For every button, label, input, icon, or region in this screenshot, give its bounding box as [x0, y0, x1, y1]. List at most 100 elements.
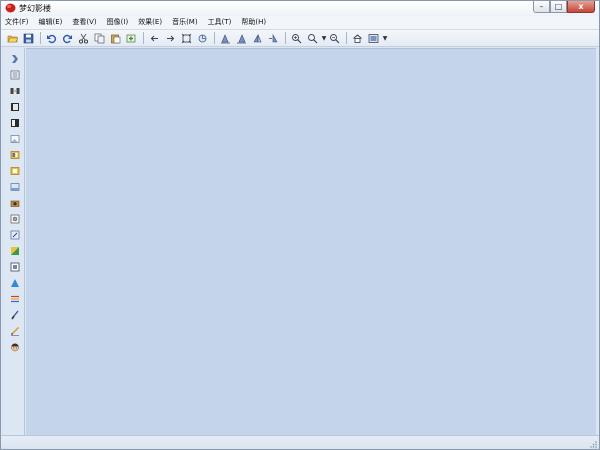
side-tool-transition[interactable]: [9, 85, 21, 97]
camera-icon: [10, 200, 20, 207]
toolbar-separator: [214, 32, 215, 44]
brush-icon: [11, 310, 19, 320]
title-bar[interactable]: 梦幻影楼 – □ x: [1, 1, 599, 16]
side-tool-brush[interactable]: [9, 309, 21, 321]
align-right-icon: [253, 33, 262, 42]
add-image-icon: [126, 34, 136, 42]
zoom-button[interactable]: [305, 31, 320, 45]
display-mode-button[interactable]: [366, 31, 381, 45]
open-button[interactable]: [5, 31, 20, 45]
triangle-shape-icon: [11, 279, 19, 287]
window-title: 梦幻影楼: [19, 4, 51, 13]
align-right-button[interactable]: [250, 31, 265, 45]
gradient-icon: [11, 247, 19, 255]
toolbar-separator: [346, 32, 347, 44]
zoom-in-icon: [292, 33, 302, 43]
zoom-out-button[interactable]: [327, 31, 342, 45]
redo-button[interactable]: [60, 31, 75, 45]
align-center-button[interactable]: [234, 31, 249, 45]
close-button[interactable]: x: [567, 1, 595, 13]
status-bar: [1, 435, 599, 449]
display-dropdown-arrow-icon[interactable]: ▼: [382, 35, 388, 42]
side-tool-scene[interactable]: [9, 181, 21, 193]
album-alt-icon: [10, 167, 20, 175]
photo-frame-icon: [10, 262, 20, 272]
side-tool-pencil[interactable]: [9, 325, 21, 337]
side-tool-frame-list[interactable]: [9, 69, 21, 81]
menu-help[interactable]: 帮助(H): [237, 16, 270, 29]
side-tool-album-alt[interactable]: [9, 165, 21, 177]
menu-image[interactable]: 图像(I): [103, 16, 133, 29]
sound-icon: [10, 214, 20, 224]
edit-frame-icon: [10, 230, 20, 240]
align-flip-button[interactable]: [266, 31, 281, 45]
fit-window-icon: [181, 33, 192, 43]
display-mode-icon: [368, 33, 379, 43]
side-tool-camera[interactable]: [9, 197, 21, 209]
minimize-button[interactable]: –: [533, 1, 550, 13]
home-icon: [353, 33, 362, 43]
pencil-icon: [11, 326, 20, 336]
home-button[interactable]: [350, 31, 365, 45]
menu-view[interactable]: 查看(V): [68, 16, 100, 29]
paste-icon: [111, 34, 121, 43]
add-image-button[interactable]: [124, 31, 139, 45]
workspace-canvas[interactable]: [26, 48, 596, 436]
side-tool-text-lines[interactable]: [9, 293, 21, 305]
save-icon: [23, 33, 34, 43]
navigator-icon: [12, 55, 18, 63]
album-icon: [10, 151, 20, 159]
tool-strip: [4, 48, 25, 435]
align-left-button[interactable]: [218, 31, 233, 45]
toolbar-separator: [285, 32, 286, 44]
paste-button[interactable]: [108, 31, 123, 45]
previous-button[interactable]: [147, 31, 162, 45]
cut-button[interactable]: [76, 31, 91, 45]
character-icon: [11, 343, 19, 352]
side-tool-photo-frame[interactable]: [9, 261, 21, 273]
side-tool-triangle-shape[interactable]: [9, 277, 21, 289]
align-left-icon: [221, 33, 230, 43]
scene-icon: [10, 183, 20, 191]
side-tool-character[interactable]: [9, 341, 21, 353]
toolbar-separator: [143, 32, 144, 44]
undo-button[interactable]: [44, 31, 59, 45]
zoom-in-button[interactable]: [289, 31, 304, 45]
text-lines-icon: [11, 295, 19, 303]
side-tool-film-strip[interactable]: [9, 117, 21, 129]
redo-icon: [62, 34, 72, 43]
side-tool-edit-frame[interactable]: [9, 229, 21, 241]
menu-file[interactable]: 文件(F): [1, 16, 33, 29]
menu-effects[interactable]: 效果(E): [134, 16, 166, 29]
film-strip-icon: [11, 119, 19, 127]
close-icon: x: [578, 1, 584, 11]
app-logo-icon: [5, 3, 16, 13]
window-controls: – □ x: [533, 1, 595, 14]
copy-icon: [94, 33, 105, 43]
rotate-icon: [198, 34, 207, 42]
open-folder-icon: [7, 35, 18, 42]
menu-edit[interactable]: 编辑(E): [35, 16, 67, 29]
maximize-icon: □: [554, 1, 563, 11]
menu-tools[interactable]: 工具(T): [204, 16, 236, 29]
resize-grip-icon[interactable]: [589, 440, 597, 448]
side-tool-film[interactable]: [9, 101, 21, 113]
save-button[interactable]: [21, 31, 36, 45]
side-tool-navigator[interactable]: [9, 53, 21, 65]
photo-icon: [10, 135, 20, 143]
side-tool-gradient[interactable]: [9, 245, 21, 257]
minimize-icon: –: [539, 1, 544, 11]
align-center-icon: [237, 33, 246, 43]
side-tool-album[interactable]: [9, 149, 21, 161]
maximize-button[interactable]: □: [550, 1, 567, 13]
fit-window-button[interactable]: [179, 31, 194, 45]
next-button[interactable]: [163, 31, 178, 45]
side-tool-sound[interactable]: [9, 213, 21, 225]
side-tool-photo[interactable]: [9, 133, 21, 145]
film-icon: [11, 103, 19, 111]
copy-button[interactable]: [92, 31, 107, 45]
menu-music[interactable]: 音乐(M): [168, 16, 202, 29]
undo-icon: [47, 34, 57, 43]
rotate-button[interactable]: [195, 31, 210, 45]
app-window: 梦幻影楼 – □ x 文件(F) 编辑(E) 查看(V) 图像(I) 效果(E)…: [0, 0, 600, 450]
